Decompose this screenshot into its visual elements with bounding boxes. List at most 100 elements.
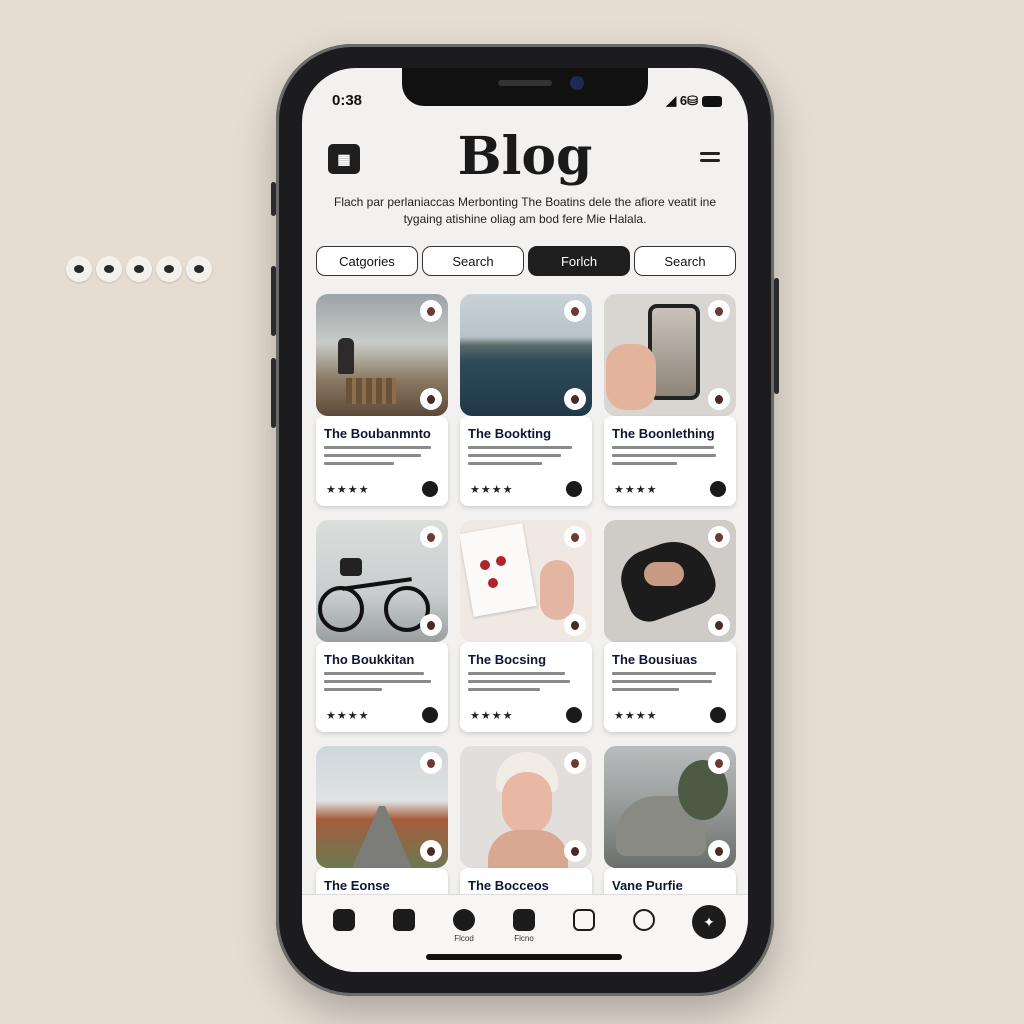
music-icon [573, 909, 595, 931]
notch [402, 68, 648, 106]
nav-profile[interactable] [624, 909, 664, 944]
open-post-icon[interactable] [710, 707, 726, 723]
page-title: Blog [457, 126, 593, 187]
hamburger-menu-icon[interactable] [700, 152, 720, 166]
post-title: The Bocceos [468, 878, 549, 893]
post-grid: The Boubanmnto ★★★★ The Bookting ★★★★ Th… [316, 294, 736, 958]
rating-stars: ★★★★ [326, 484, 370, 496]
indicator-dot [156, 256, 182, 282]
open-post-icon[interactable] [566, 481, 582, 497]
nav-feed[interactable]: Flcod [444, 909, 484, 944]
nav-label [564, 934, 604, 944]
rating-stars: ★★★★ [614, 710, 658, 722]
bottom-navigation: Flcod Flcno ✦ [302, 894, 748, 972]
indicator-dot [126, 256, 152, 282]
post-info: The Bookting ★★★★ [460, 416, 592, 506]
post-card[interactable]: Tho Boukkitan ★★★★ [316, 520, 448, 732]
tab-categories[interactable]: Catgories [316, 246, 418, 276]
favorite-icon[interactable] [420, 300, 442, 322]
post-excerpt [468, 446, 584, 465]
post-title: The Bousiuas [612, 652, 698, 667]
side-button-silent [271, 182, 276, 216]
post-title: Tho Boukkitan [324, 652, 415, 667]
more-icon[interactable] [564, 840, 586, 862]
nav-label [324, 934, 364, 944]
post-card[interactable]: The Boonlething ★★★★ [604, 294, 736, 506]
favorite-icon[interactable] [564, 752, 586, 774]
nav-label: Flcno [514, 934, 534, 943]
post-title: The Bocsing [468, 652, 547, 667]
bookmark-icon [513, 909, 535, 931]
tab-bar: Catgories Search Forlch Search [316, 246, 736, 276]
status-time: 0:38 [332, 92, 363, 109]
post-card[interactable]: The Bousiuas ★★★★ [604, 520, 736, 732]
post-excerpt [324, 446, 440, 465]
indicator-dot [66, 256, 92, 282]
more-icon[interactable] [708, 614, 730, 636]
post-info: The Bousiuas ★★★★ [604, 642, 736, 732]
rating-stars: ★★★★ [614, 484, 658, 496]
chat-icon [393, 909, 415, 931]
more-icon[interactable] [708, 840, 730, 862]
nav-music[interactable] [564, 909, 604, 944]
post-info: The Bocsing ★★★★ [460, 642, 592, 732]
favorite-icon[interactable] [708, 526, 730, 548]
rating-stars: ★★★★ [470, 710, 514, 722]
more-icon[interactable] [564, 614, 586, 636]
favorite-icon[interactable] [420, 752, 442, 774]
indicator-dot [96, 256, 122, 282]
feed-icon [453, 909, 475, 931]
post-excerpt [612, 446, 728, 465]
nav-label [384, 934, 424, 944]
post-title: The Boubanmnto [324, 426, 431, 441]
tab-search[interactable]: Search [422, 246, 524, 276]
profile-icon [633, 909, 655, 931]
post-excerpt [324, 672, 440, 691]
compass-icon[interactable]: ✦ [692, 905, 726, 939]
more-icon[interactable] [420, 840, 442, 862]
favorite-icon[interactable] [708, 752, 730, 774]
home-indicator[interactable] [426, 954, 622, 960]
rating-stars: ★★★★ [326, 710, 370, 722]
signal-icon: ◢ 6⛁ [666, 93, 698, 108]
more-icon[interactable] [420, 614, 442, 636]
home-icon [333, 909, 355, 931]
post-info: The Boonlething ★★★★ [604, 416, 736, 506]
open-post-icon[interactable] [422, 481, 438, 497]
post-card[interactable]: The Bookting ★★★★ [460, 294, 592, 506]
favorite-icon[interactable] [420, 526, 442, 548]
side-button-power [774, 278, 779, 394]
open-post-icon[interactable] [422, 707, 438, 723]
post-excerpt [468, 672, 584, 691]
favorite-icon[interactable] [564, 526, 586, 548]
open-post-icon[interactable] [566, 707, 582, 723]
tab-search-2[interactable]: Search [634, 246, 736, 276]
side-button-volume-down [271, 358, 276, 428]
side-button-volume-up [271, 266, 276, 336]
page-subtitle: Flach par perlaniaccas Merbonting The Bo… [333, 195, 716, 226]
status-icons: ◢ 6⛁ [666, 93, 722, 109]
post-card[interactable]: The Bocsing ★★★★ [460, 520, 592, 732]
nav-bookmark[interactable]: Flcno [504, 909, 544, 944]
nav-home[interactable] [324, 909, 364, 944]
post-info: The Boubanmnto ★★★★ [316, 416, 448, 506]
nav-label: Flcod [454, 934, 474, 943]
tab-active[interactable]: Forlch [528, 246, 630, 276]
nav-chat[interactable] [384, 909, 424, 944]
nav-label [624, 934, 664, 944]
camera-icon [570, 76, 584, 90]
post-title: The Boonlething [612, 426, 715, 441]
more-icon[interactable] [708, 388, 730, 410]
post-title: The Bookting [468, 426, 552, 441]
more-icon[interactable] [420, 388, 442, 410]
post-card[interactable]: The Boubanmnto ★★★★ [316, 294, 448, 506]
post-title: Vane Purfie [612, 878, 683, 893]
post-info: Tho Boukkitan ★★★★ [316, 642, 448, 732]
more-icon[interactable] [564, 388, 586, 410]
favorite-icon[interactable] [564, 300, 586, 322]
open-post-icon[interactable] [710, 481, 726, 497]
battery-icon [702, 95, 722, 107]
favorite-icon[interactable] [708, 300, 730, 322]
page-indicator-dots [66, 256, 212, 282]
rating-stars: ★★★★ [470, 484, 514, 496]
